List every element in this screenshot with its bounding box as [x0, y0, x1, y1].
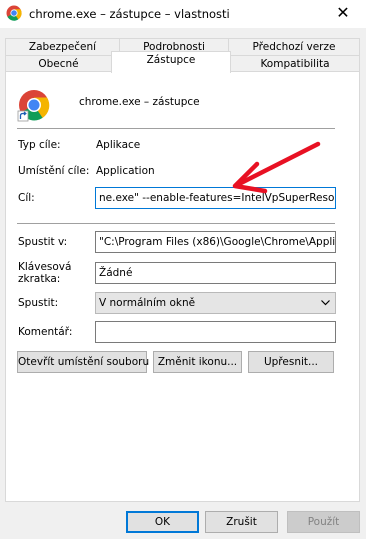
- target-input[interactable]: ne.exe" --enable-features=IntelVpSuperRe…: [95, 187, 336, 209]
- chrome-shortcut-icon: [17, 90, 50, 122]
- start-in-input[interactable]: "C:\Program Files (x86)\Google\Chrome\Ap…: [95, 231, 336, 253]
- target-location-value: Application: [96, 165, 155, 177]
- chevron-down-icon: [321, 293, 330, 314]
- open-location-button[interactable]: Otevřít umístění souboru: [17, 351, 149, 373]
- tab-previous-versions[interactable]: Předchozí verze: [228, 38, 360, 56]
- target-location-label: Umístění cíle:: [18, 165, 90, 177]
- tab-shortcut[interactable]: Zástupce: [111, 51, 231, 73]
- tab-security[interactable]: Zabezpečení: [5, 38, 120, 56]
- hotkey-label: Klávesová zkratka:: [18, 261, 72, 285]
- title-bar: chrome.exe – zástupce – vlastnosti ✕: [0, 0, 366, 28]
- change-icon-button[interactable]: Změnit ikonu...: [153, 351, 242, 373]
- target-label: Cíl:: [18, 192, 35, 204]
- close-icon[interactable]: ✕: [320, 0, 366, 28]
- shortcut-panel: [5, 71, 360, 502]
- comment-label: Komentář:: [18, 326, 73, 338]
- hotkey-input[interactable]: Žádné: [95, 262, 336, 284]
- chrome-icon: [6, 5, 22, 21]
- separator: [17, 128, 335, 129]
- separator: [17, 223, 335, 224]
- run-select-value: V normálním okně: [99, 297, 196, 309]
- target-type-value: Aplikace: [96, 139, 141, 151]
- target-type-label: Typ cíle:: [18, 139, 61, 151]
- run-select[interactable]: V normálním okně: [95, 292, 336, 314]
- ok-button[interactable]: OK: [126, 511, 199, 533]
- start-in-label: Spustit v:: [18, 236, 68, 248]
- comment-input[interactable]: [95, 321, 336, 343]
- shortcut-name: chrome.exe – zástupce: [79, 96, 200, 108]
- apply-button[interactable]: Použít: [287, 511, 360, 533]
- advanced-button[interactable]: Upřesnit...: [248, 351, 334, 373]
- run-label: Spustit:: [18, 297, 59, 309]
- cancel-button[interactable]: Zrušit: [205, 511, 278, 533]
- window-title: chrome.exe – zástupce – vlastnosti: [29, 7, 230, 21]
